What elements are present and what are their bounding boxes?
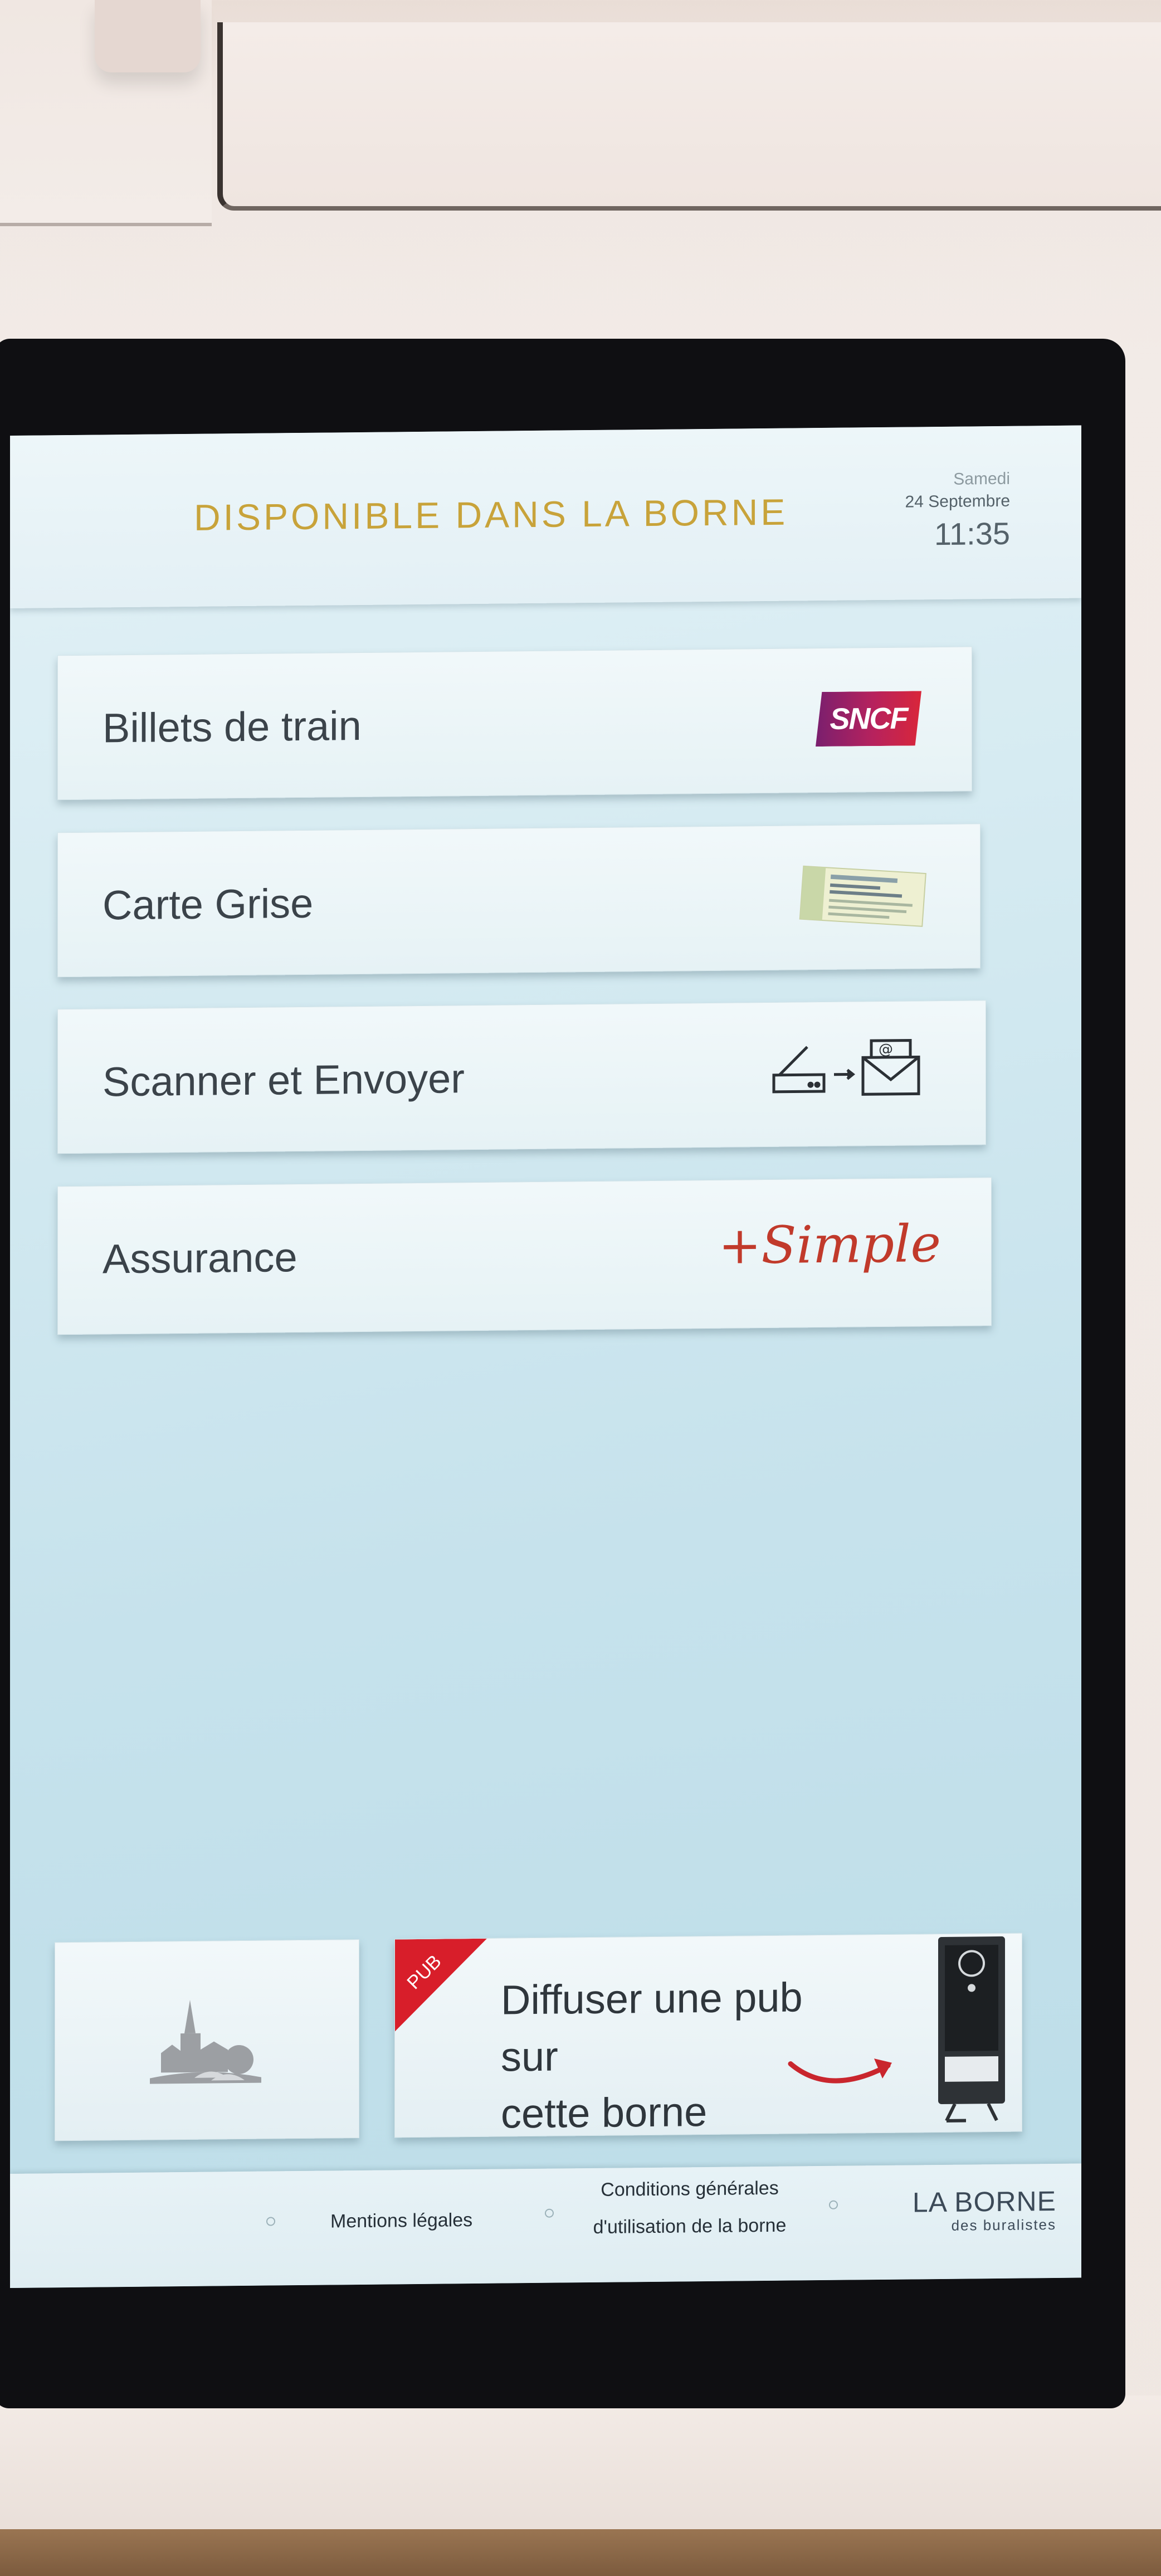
advertise-tile[interactable]: PUB Diffuser une pub sur cette borne [394,1933,1022,2138]
table-edge [95,0,201,72]
screen-footer: Mentions légales Conditions générales d'… [10,2163,1081,2288]
village-tile[interactable] [55,1939,359,2141]
footer-bullet [829,2200,838,2209]
kiosk-stand [0,2396,1161,2535]
date-day: Samedi [953,469,1010,489]
menu-item-label: Carte Grise [103,880,314,929]
kiosk-terminal-icon [933,1934,1011,2126]
conditions-generales-link[interactable]: Conditions générales d'utilisation de la… [584,2177,796,2238]
pub-badge [395,1939,487,2032]
menu-item-label: Billets de train [103,702,362,752]
red-curved-arrow-icon [785,2046,896,2100]
counter-top [217,22,1161,211]
clock: 11:35 [934,515,1010,552]
vehicle-registration-document-icon [796,858,930,934]
page-title: DISPONIBLE DANS LA BORNE [194,491,788,538]
screen-header: DISPONIBLE DANS LA BORNE Samedi 24 Septe… [10,425,1081,608]
sncf-logo: SNCF [816,681,921,747]
menu-item-label: Assurance [103,1234,297,1282]
date-label: 24 Septembre [905,491,1010,511]
sncf-logo-text: SNCF [816,691,921,747]
menu-item-billets-de-train[interactable]: Billets de train SNCF [57,646,972,801]
conditions-line1: Conditions générales [601,2177,779,2201]
scanner-to-email-icon: @ [768,1035,935,1106]
brand-logo-subtitle: des buralistes [951,2216,1056,2234]
plus-simple-logo: +Simple [718,1212,941,1276]
floor [0,2529,1161,2576]
menu-item-scanner-et-envoyer[interactable]: Scanner et Envoyer @ [57,1000,986,1154]
kiosk-screen: DISPONIBLE DANS LA BORNE Samedi 24 Septe… [10,425,1081,2288]
plus-simple-logo-text: +Simple [718,1213,941,1276]
mentions-legales-link[interactable]: Mentions légales [330,2209,472,2232]
footer-bullet [266,2217,275,2226]
village-church-icon [150,1994,261,2092]
svg-text:@: @ [879,1041,893,1058]
footer-bullet [545,2208,554,2218]
menu-item-label: Scanner et Envoyer [103,1055,465,1105]
conditions-line2: d'utilisation de la borne [593,2214,787,2238]
brand-logo-title: LA BORNE [912,2185,1056,2218]
menu-item-carte-grise[interactable]: Carte Grise [57,823,980,978]
menu-item-assurance[interactable]: Assurance +Simple [57,1177,992,1335]
